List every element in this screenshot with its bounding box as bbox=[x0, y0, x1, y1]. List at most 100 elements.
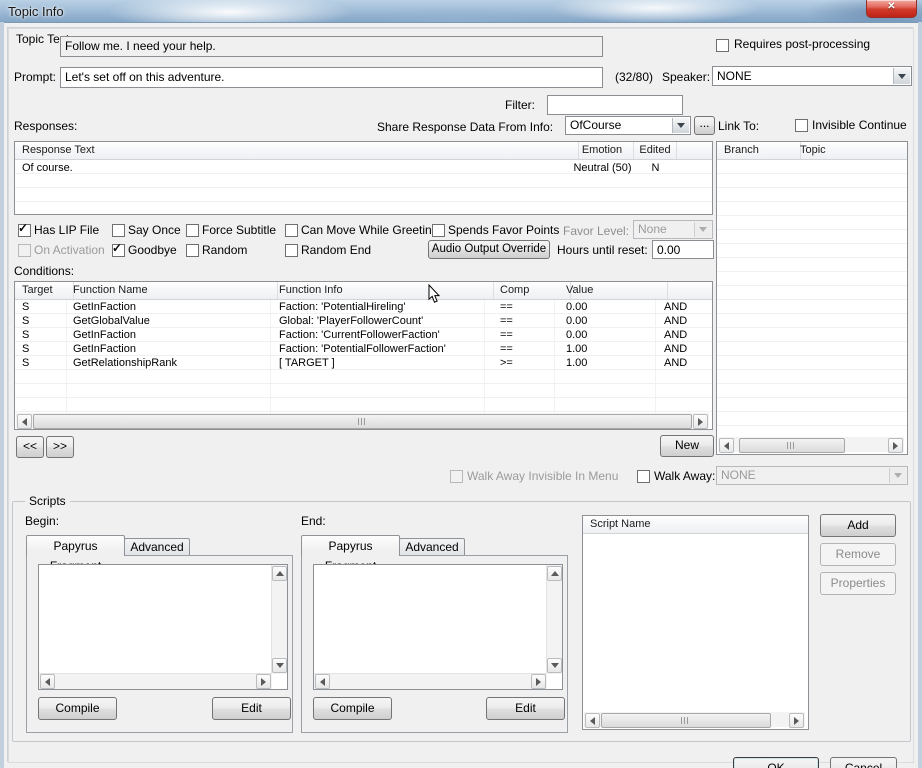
scroll-left-arrow[interactable] bbox=[40, 674, 55, 689]
scroll-right-arrow[interactable] bbox=[888, 438, 903, 453]
window-frame-left bbox=[0, 22, 4, 768]
spends-favor-points-checkbox[interactable] bbox=[432, 224, 445, 237]
scroll-right-arrow[interactable] bbox=[256, 674, 271, 689]
link-to-header: Branch Topic bbox=[717, 142, 907, 160]
condition-operator: AND bbox=[664, 315, 688, 327]
has-lip-file-checkbox[interactable]: ✓ bbox=[18, 221, 31, 237]
scroll-up-arrow[interactable] bbox=[547, 566, 562, 581]
favor-level-value: None bbox=[638, 222, 667, 236]
share-response-select[interactable]: OfCourse bbox=[565, 116, 691, 135]
can-move-while-greeting-label: Can Move While Greeting bbox=[301, 223, 439, 237]
prompt-field[interactable]: Let's set off on this adventure. bbox=[60, 67, 603, 88]
walk-away-select: NONE bbox=[716, 466, 908, 485]
tab-end-advanced[interactable]: Advanced bbox=[399, 538, 465, 556]
column-topic[interactable]: Topic bbox=[793, 142, 906, 159]
speaker-label: Speaker: bbox=[662, 70, 711, 84]
horizontal-scrollbar[interactable] bbox=[39, 673, 272, 689]
goodbye-checkbox[interactable]: ✓ bbox=[112, 241, 125, 257]
condition-comp: == bbox=[500, 343, 513, 355]
begin-fragment-textarea[interactable] bbox=[38, 564, 288, 690]
say-once-checkbox[interactable] bbox=[112, 224, 125, 237]
scroll-left-arrow[interactable] bbox=[719, 438, 734, 453]
add-script-button[interactable]: Add bbox=[820, 514, 896, 537]
cancel-button[interactable]: Cancel bbox=[830, 757, 897, 768]
column-operator[interactable] bbox=[655, 282, 710, 299]
condition-target: S bbox=[22, 315, 30, 327]
topic-text-field[interactable]: Follow me. I need your help. bbox=[60, 36, 603, 57]
close-button[interactable]: ✕ bbox=[866, 0, 917, 18]
scroll-right-arrow[interactable] bbox=[693, 414, 708, 429]
scroll-right-arrow[interactable] bbox=[531, 674, 546, 689]
response-text-cell: Of course. bbox=[22, 162, 73, 174]
title-bar[interactable]: Topic Info bbox=[0, 0, 922, 23]
column-emotion[interactable]: Emotion bbox=[571, 142, 634, 159]
condition-value: 0.00 bbox=[566, 301, 588, 313]
tab-end-papyrus-fragment[interactable]: Papyrus Fragment bbox=[301, 535, 400, 573]
tab-begin-advanced[interactable]: Advanced bbox=[124, 538, 190, 556]
tab-begin-papyrus-fragment[interactable]: Papyrus Fragment bbox=[26, 535, 125, 573]
column-value[interactable]: Value bbox=[554, 282, 668, 299]
begin-compile-button[interactable]: Compile bbox=[38, 697, 117, 720]
scrollbar-thumb[interactable] bbox=[33, 414, 692, 429]
vertical-scrollbar[interactable] bbox=[271, 565, 287, 674]
force-subtitle-checkbox[interactable] bbox=[186, 224, 199, 237]
condition-function-name: GetInFaction bbox=[73, 329, 136, 341]
chevron-down-icon[interactable] bbox=[672, 118, 689, 133]
topic-info-window: Topic Info ✕ Topic Text Follow me. I nee… bbox=[0, 0, 922, 768]
scroll-down-arrow[interactable] bbox=[547, 658, 562, 673]
audio-output-override-button[interactable]: Audio Output Override bbox=[428, 240, 550, 259]
scroll-up-arrow[interactable] bbox=[272, 566, 287, 581]
condition-target: S bbox=[22, 357, 30, 369]
column-response-text[interactable]: Response Text bbox=[15, 142, 579, 159]
can-move-while-greeting-checkbox[interactable] bbox=[285, 224, 298, 237]
column-function-name[interactable]: Function Name bbox=[66, 282, 278, 299]
random-end-checkbox[interactable] bbox=[285, 244, 298, 257]
requires-post-processing-checkbox[interactable] bbox=[716, 39, 729, 52]
condition-operator: AND bbox=[664, 343, 688, 355]
script-list-hscrollbar[interactable] bbox=[584, 712, 805, 728]
walk-away-checkbox[interactable] bbox=[637, 470, 650, 483]
conditions-hscrollbar[interactable] bbox=[16, 413, 709, 429]
ok-button[interactable]: OK bbox=[733, 757, 819, 768]
condition-function-info: Faction: 'PotentialHireling' bbox=[279, 301, 406, 313]
scrollbar-thumb[interactable] bbox=[739, 438, 845, 453]
column-edited[interactable]: Edited bbox=[634, 142, 677, 159]
new-condition-button[interactable]: New bbox=[660, 435, 714, 457]
has-lip-file-label: Has LIP File bbox=[34, 223, 100, 237]
end-compile-button[interactable]: Compile bbox=[313, 697, 392, 720]
favor-level-label: Favor Level: bbox=[563, 224, 630, 238]
filter-input[interactable] bbox=[547, 95, 683, 115]
scroll-left-arrow[interactable] bbox=[17, 414, 32, 429]
vertical-scrollbar[interactable] bbox=[546, 565, 562, 674]
conditions-label: Conditions: bbox=[14, 264, 75, 278]
column-script-name[interactable]: Script Name bbox=[583, 516, 790, 533]
chevron-down-icon[interactable] bbox=[893, 68, 910, 84]
row-lines bbox=[717, 160, 907, 438]
column-branch[interactable]: Branch bbox=[717, 142, 801, 159]
horizontal-scrollbar[interactable] bbox=[314, 673, 547, 689]
scroll-left-arrow[interactable] bbox=[585, 713, 600, 728]
end-fragment-textarea[interactable] bbox=[313, 564, 563, 690]
next-condition-button[interactable]: >> bbox=[46, 436, 74, 458]
hours-until-reset-field[interactable]: 0.00 bbox=[652, 240, 714, 259]
prev-condition-button[interactable]: << bbox=[16, 436, 44, 458]
scroll-left-arrow[interactable] bbox=[315, 674, 330, 689]
column-function-info[interactable]: Function Info bbox=[270, 282, 494, 299]
scroll-right-arrow[interactable] bbox=[789, 713, 804, 728]
end-edit-button[interactable]: Edit bbox=[486, 697, 565, 720]
force-subtitle-label: Force Subtitle bbox=[202, 223, 277, 237]
random-label: Random bbox=[202, 243, 248, 257]
speaker-select[interactable]: NONE bbox=[712, 66, 912, 86]
say-once-label: Say Once bbox=[128, 223, 181, 237]
script-name-list[interactable]: Script Name bbox=[582, 515, 809, 730]
invisible-continue-checkbox[interactable] bbox=[795, 119, 808, 132]
random-checkbox[interactable] bbox=[186, 244, 199, 257]
browse-info-button[interactable]: ... bbox=[694, 116, 715, 135]
column-extra[interactable] bbox=[677, 142, 710, 159]
link-to-hscrollbar[interactable] bbox=[718, 437, 904, 453]
begin-edit-button[interactable]: Edit bbox=[212, 697, 291, 720]
response-emotion-cell: Neutral (50) bbox=[573, 162, 632, 174]
condition-function-info: Faction: 'PotentialFollowerFaction' bbox=[279, 343, 446, 355]
scroll-down-arrow[interactable] bbox=[272, 658, 287, 673]
scrollbar-thumb[interactable] bbox=[601, 713, 771, 728]
